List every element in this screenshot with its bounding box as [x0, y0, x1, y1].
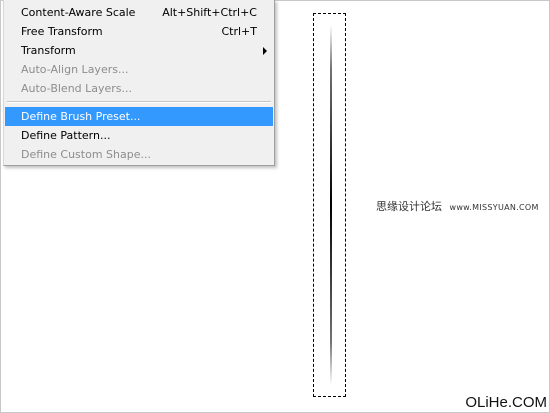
menu-item-label: Define Custom Shape...: [21, 148, 151, 161]
menu-item-shortcut: Alt+Shift+Ctrl+C: [162, 6, 257, 19]
menu-item-label: Auto-Align Layers...: [21, 63, 129, 76]
edit-menu: Content-Aware Scale Alt+Shift+Ctrl+C Fre…: [3, 0, 275, 166]
menu-separator: [7, 101, 271, 103]
menu-item-label: Free Transform: [21, 25, 103, 38]
menu-item-label: Define Brush Preset...: [21, 110, 141, 123]
watermark-url: www.MISSYUAN.COM: [449, 203, 539, 212]
menu-item-auto-align-layers: Auto-Align Layers...: [5, 60, 273, 79]
menu-item-content-aware-scale[interactable]: Content-Aware Scale Alt+Shift+Ctrl+C: [5, 3, 273, 22]
menu-item-label: Auto-Blend Layers...: [21, 82, 133, 95]
menu-item-label: Transform: [21, 44, 76, 57]
brush-stroke-shape: [330, 25, 332, 385]
menu-item-transform[interactable]: Transform: [5, 41, 273, 60]
site-watermark: OLiHe.COM: [465, 394, 547, 411]
menu-item-free-transform[interactable]: Free Transform Ctrl+T: [5, 22, 273, 41]
menu-item-label: Define Pattern...: [21, 129, 111, 142]
menu-item-define-custom-shape: Define Custom Shape...: [5, 145, 273, 164]
submenu-arrow-icon: [263, 47, 267, 55]
watermark-text: 思缘设计论坛: [376, 200, 442, 213]
menu-item-define-brush-preset[interactable]: Define Brush Preset...: [5, 107, 273, 126]
menu-item-shortcut: Ctrl+T: [221, 25, 257, 38]
menu-item-label: Content-Aware Scale: [21, 6, 136, 19]
menu-item-auto-blend-layers: Auto-Blend Layers...: [5, 79, 273, 98]
menu-item-define-pattern[interactable]: Define Pattern...: [5, 126, 273, 145]
forum-watermark: 思缘设计论坛 www.MISSYUAN.COM: [376, 198, 539, 214]
